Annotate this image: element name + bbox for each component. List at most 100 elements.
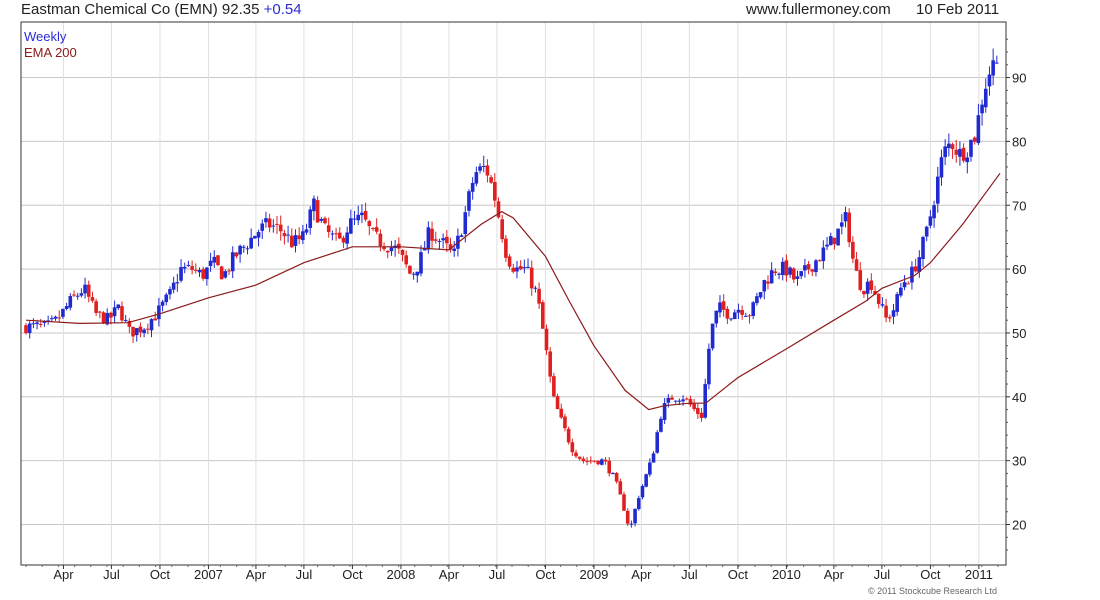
candle-body xyxy=(408,265,412,274)
weekly-candle xyxy=(57,310,62,323)
candle-body xyxy=(256,231,261,238)
candle-body xyxy=(419,252,423,274)
weekly-candle xyxy=(389,240,394,256)
weekly-candle xyxy=(68,293,73,311)
weekly-candle xyxy=(433,231,438,244)
weekly-candle xyxy=(714,310,719,328)
candle-body xyxy=(544,328,549,351)
candle-body xyxy=(588,460,593,462)
weekly-candle xyxy=(371,227,375,232)
weekly-candle xyxy=(991,48,995,86)
weekly-candle xyxy=(803,258,807,278)
weekly-candle xyxy=(75,292,80,300)
candle-body xyxy=(149,319,154,331)
candle-body xyxy=(876,293,881,304)
candle-body xyxy=(581,458,586,462)
weekly-candle xyxy=(264,211,268,228)
ema-200-line xyxy=(25,172,1001,411)
candle-body xyxy=(341,237,346,243)
candle-body xyxy=(227,270,231,272)
weekly-candle xyxy=(168,286,172,300)
weekly-candle xyxy=(958,141,962,166)
candle-body xyxy=(75,295,80,297)
weekly-candle xyxy=(954,139,959,163)
weekly-candle xyxy=(190,260,194,275)
weekly-candle xyxy=(101,311,106,325)
candle-body xyxy=(659,418,663,432)
x-axis: Apr Jul Oct 2007 Apr Jul Oct 2008 Apr Jul Oct 2009 A… xyxy=(25,565,999,582)
candle-body xyxy=(297,235,301,240)
candle-body xyxy=(526,266,530,268)
candle-body xyxy=(397,243,401,249)
candle-body xyxy=(788,267,792,275)
candle-body xyxy=(673,400,678,402)
candle-body xyxy=(592,460,597,462)
weekly-candle xyxy=(352,210,357,226)
candle-body xyxy=(625,510,630,524)
weekly-candle xyxy=(987,66,992,96)
weekly-candle xyxy=(507,254,512,270)
candle-body xyxy=(721,301,726,310)
weekly-candle xyxy=(570,438,575,457)
weekly-candle xyxy=(312,195,316,221)
weekly-candle xyxy=(308,206,313,235)
candle-body xyxy=(157,305,161,320)
legend-weekly: Weekly xyxy=(24,29,67,44)
candle-body xyxy=(950,144,955,150)
candle-body xyxy=(740,309,744,315)
y-axis: 20 30 40 50 60 70 80 90 xyxy=(1006,38,1026,551)
weekly-candle xyxy=(670,394,674,400)
weekly-candle xyxy=(116,304,121,310)
candle-body xyxy=(570,442,575,453)
candle-body xyxy=(836,228,840,246)
weekly-candle xyxy=(529,260,534,296)
candle-body xyxy=(481,165,486,167)
candle-body xyxy=(677,400,682,402)
copyright-notice: © 2011 Stockcube Research Ltd xyxy=(868,586,998,596)
candle-body xyxy=(777,273,781,275)
candle-body xyxy=(500,219,504,240)
weekly-candle xyxy=(910,261,914,290)
candle-body xyxy=(452,248,457,251)
weekly-candle xyxy=(821,240,826,269)
candle-body xyxy=(725,308,730,319)
weekly-candle xyxy=(692,399,696,412)
candle-body xyxy=(969,139,973,157)
candle-body xyxy=(611,472,615,475)
candle-body xyxy=(286,234,290,236)
candle-body xyxy=(522,267,527,269)
weekly-candle xyxy=(374,218,379,235)
candle-body xyxy=(201,269,205,279)
weekly-candle xyxy=(887,314,892,323)
weekly-candle xyxy=(891,303,896,325)
candle-body xyxy=(736,309,741,313)
candle-body xyxy=(614,473,619,482)
weekly-candle xyxy=(397,237,401,254)
candle-body xyxy=(363,210,368,220)
candlesticks xyxy=(24,48,999,528)
candle-body xyxy=(987,74,992,87)
weekly-candle xyxy=(256,229,261,247)
weekly-candle xyxy=(46,315,50,325)
candle-body xyxy=(577,456,582,459)
candle-body xyxy=(57,317,62,319)
candle-body xyxy=(315,200,320,223)
x-tick-label: Jul xyxy=(296,567,313,582)
candle-body xyxy=(636,498,641,510)
candle-body xyxy=(378,233,383,247)
weekly-candle xyxy=(603,457,608,465)
weekly-candle xyxy=(212,250,217,268)
candle-body xyxy=(961,147,966,161)
candle-body xyxy=(747,315,752,317)
candle-body xyxy=(182,266,187,269)
weekly-candle xyxy=(378,229,383,252)
candle-body xyxy=(264,218,268,223)
candle-body xyxy=(94,301,98,313)
weekly-candle xyxy=(961,143,966,163)
weekly-candle xyxy=(134,327,139,342)
weekly-candle xyxy=(341,235,346,248)
weekly-candle xyxy=(90,291,95,303)
candle-body xyxy=(618,481,623,495)
candle-body xyxy=(707,348,711,385)
weekly-candle xyxy=(53,315,58,321)
